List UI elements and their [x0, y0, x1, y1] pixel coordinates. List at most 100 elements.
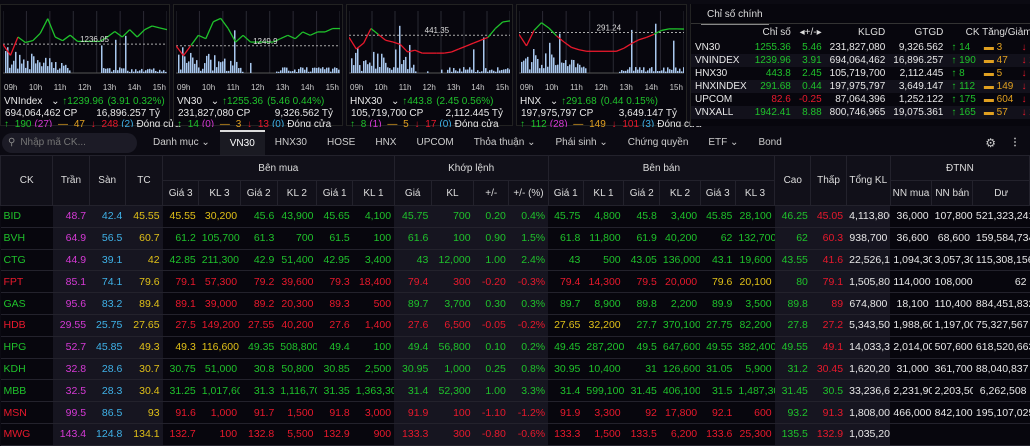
volume-bar [389, 68, 391, 73]
index-volume-row: 694,064,462 CP16,896.257 Tỷ [5, 108, 166, 119]
index-change: (2.45 0.56%) [436, 96, 493, 107]
ask-price-3-cell: 45.85 [700, 206, 735, 228]
index-name[interactable]: VNIndex [4, 96, 42, 107]
stock-search-input[interactable] [20, 137, 120, 148]
low-cell: 132.9 [811, 423, 846, 445]
stock-row[interactable]: BID48.742.445.5545.5530,20045.643,90045.… [1, 206, 1030, 228]
volume-bar [330, 72, 332, 73]
index-table-row[interactable]: VN301255.365.46231,827,0809,326.562↑ 14 … [691, 41, 1030, 54]
index-name[interactable]: HNX [520, 96, 541, 107]
stock-row[interactable]: GAS95.683.289.489.139,00089.220,30089.35… [1, 293, 1030, 315]
dropdown-chevron-icon[interactable]: ⌄ [388, 96, 402, 107]
tab-bond[interactable]: Bond [748, 130, 791, 155]
tab-main-indices[interactable]: Chỉ số chính [701, 9, 769, 25]
ask-price-2-cell: 43.05 [624, 249, 660, 271]
symbol-cell[interactable]: FPT [1, 271, 53, 293]
floor-count: (0) [439, 119, 451, 127]
index-name[interactable]: HNX30 [350, 96, 382, 107]
index-table-header[interactable]: ◂+/-▸ [795, 24, 826, 41]
unchanged-count: 5 [403, 119, 409, 127]
unchanged-icon: ▬ [981, 68, 997, 79]
reference-cell: 79.6 [125, 271, 162, 293]
symbol-cell[interactable]: HDB [1, 314, 53, 336]
total-volume-cell: 1,035,200 [846, 423, 890, 445]
floor-count: (3) [642, 119, 654, 127]
match-vol-cell: 300 [431, 423, 473, 445]
ceiling-cell: 64.9 [53, 227, 89, 249]
tab-hnx30[interactable]: HNX30 [265, 130, 317, 155]
stock-row[interactable]: CTG44.939.14242.85211,30042.951,40042.95… [1, 249, 1030, 271]
floor-cell: 124.8 [89, 423, 125, 445]
volume-bar [250, 63, 252, 73]
volume-bar [63, 66, 65, 73]
ask-price-1-cell: 30.95 [548, 358, 583, 380]
high-cell: 135.5 [775, 423, 811, 445]
advancers-count: 112 [531, 119, 547, 127]
tab-hose[interactable]: HOSE [317, 130, 365, 155]
index-turnover: 3,649.147 Tỷ [619, 108, 677, 119]
time-label: 14h [471, 83, 484, 92]
tab-danhmc[interactable]: Danh mục ⌄ [143, 130, 220, 155]
stock-search-box[interactable]: ⚲ [2, 133, 137, 153]
stock-row[interactable]: MBB32.528.330.431.251,017,60031.31,116,7… [1, 380, 1030, 402]
stock-row[interactable]: MWG143.4124.8134.1132.7100132.85,500132.… [1, 423, 1030, 445]
symbol-cell[interactable]: MSN [1, 402, 53, 424]
floor-count: (0) [272, 119, 284, 127]
symbol-cell[interactable]: BID [1, 206, 53, 228]
volume-bar [567, 66, 569, 73]
tab-thathun[interactable]: Thỏa thuận ⌄ [464, 130, 546, 155]
stock-row[interactable]: HDB29.5525.7527.6527.5149,20027.5540,200… [1, 314, 1030, 336]
col-ck[interactable]: CK [1, 156, 53, 206]
tab-etf[interactable]: ETF ⌄ [698, 130, 748, 155]
ask-vol-3-cell: 5,900 [735, 358, 774, 380]
tab-vn30[interactable]: VN30 [220, 130, 265, 155]
symbol-cell[interactable]: BVH [1, 227, 53, 249]
settings-gear-icon[interactable]: ⚙ [985, 136, 996, 150]
volume-bar [679, 69, 681, 73]
symbol-cell[interactable]: GAS [1, 293, 53, 315]
stock-row[interactable]: FPT85.174.179.679.157,30079.239,60079.31… [1, 271, 1030, 293]
volume-bar [119, 67, 121, 73]
index-table-row[interactable]: VNXALL1942.418.88800,746,96519,075.361↑ … [691, 106, 1030, 119]
tab-hnx[interactable]: HNX [365, 130, 406, 155]
stock-row[interactable]: MSN99.586.59391.61,00091.71,50091.83,000… [1, 402, 1030, 424]
index-table-row[interactable]: VNINDEX1239.963.91694,064,46216,896.257↑… [691, 54, 1030, 67]
tab-upcom[interactable]: UPCOM [406, 130, 463, 155]
bid-price-2-cell: 30.8 [240, 358, 277, 380]
dropdown-chevron-icon[interactable]: ⌄ [48, 96, 62, 107]
ask-price-1-cell: 27.65 [548, 314, 583, 336]
ask-price-2-cell: 45.8 [624, 206, 660, 228]
reference-cell: 30.4 [125, 380, 162, 402]
floor-count: (2) [121, 119, 133, 127]
volume-bar [379, 67, 381, 73]
more-menu-icon[interactable]: ⋮ [1010, 137, 1020, 148]
index-change: (5.46 0.44%) [267, 96, 324, 107]
dropdown-chevron-icon[interactable]: ⌄ [547, 96, 561, 107]
stock-row[interactable]: HPG52.745.8549.349.3116,60049.35508,8004… [1, 336, 1030, 358]
index-panel-vn30: 1249.909h10h11h12h13h14h15hVN30 ⌄ ↑1255.… [173, 4, 343, 126]
stock-row[interactable]: KDH32.828.630.730.7551,00030.850,80030.8… [1, 358, 1030, 380]
index-table-row[interactable]: HNX30443.82.45105,719,7002,112.445↑ 8 ▬ … [691, 67, 1030, 80]
high-cell: 43.55 [775, 249, 811, 271]
foreign-buy-cell: 114,000 [890, 271, 931, 293]
dropdown-chevron-icon[interactable]: ⌄ [208, 96, 222, 107]
tab-phisinh[interactable]: Phái sinh ⌄ [545, 130, 617, 155]
ask-price-2-cell: 49.5 [624, 336, 660, 358]
symbol-cell[interactable]: MWG [1, 423, 53, 445]
volume-bar [669, 69, 671, 73]
symbol-cell[interactable]: MBB [1, 380, 53, 402]
symbol-cell[interactable]: HPG [1, 336, 53, 358]
reference-cell: 60.7 [125, 227, 162, 249]
symbol-cell[interactable]: CTG [1, 249, 53, 271]
floor-cell: 45.85 [89, 336, 125, 358]
index-table-row[interactable]: UPCOM82.6-0.2587,064,3961,252.122↑ 175 ▬… [691, 93, 1030, 106]
match-price-cell: 91.9 [394, 402, 431, 424]
symbol-cell[interactable]: KDH [1, 358, 53, 380]
stock-row[interactable]: BVH64.956.560.761.2105,70061.370061.5100… [1, 227, 1030, 249]
index-name[interactable]: VN30 [177, 96, 202, 107]
ask-vol-1-cell: 10,400 [583, 358, 623, 380]
down-arrow-icon: ↓ [609, 119, 620, 127]
index-panel-vnindex: 1236.0509h10h11h12h13h14h15hVNIndex ⌄ ↑1… [0, 4, 170, 126]
tab-chngquyn[interactable]: Chứng quyền [618, 130, 699, 155]
index-table-row[interactable]: HNXINDEX291.680.44197,975,7973,649.147↑ … [691, 80, 1030, 93]
